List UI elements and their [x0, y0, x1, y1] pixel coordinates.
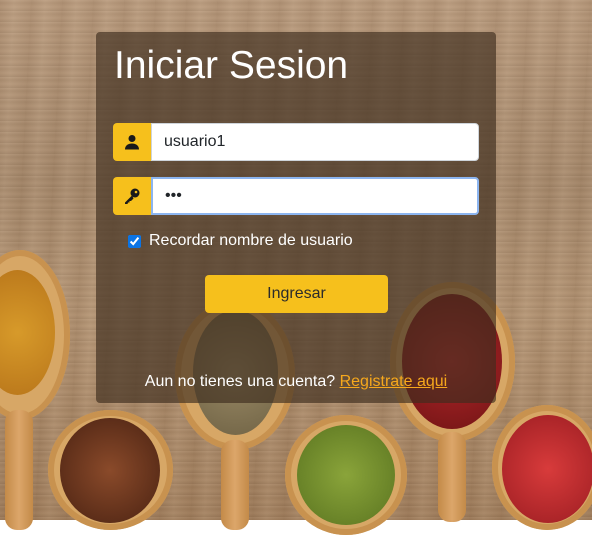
- spice-spoon-paprika: [492, 405, 592, 530]
- page-title: Iniciar Sesion: [114, 44, 349, 87]
- signup-link[interactable]: Registrate aqui: [340, 373, 448, 390]
- login-panel: Iniciar Sesion Recordar nombre de usuari…: [96, 32, 496, 403]
- spice-spoon-pepper: [48, 410, 178, 530]
- remember-checkbox[interactable]: [128, 234, 141, 248]
- username-input[interactable]: [151, 123, 479, 161]
- remember-username[interactable]: Recordar nombre de usuario: [128, 232, 353, 250]
- key-icon: [113, 177, 151, 215]
- password-input[interactable]: [151, 177, 479, 215]
- signup-prompt: Aun no tienes una cuenta? Registrate aqu…: [96, 373, 496, 391]
- password-field: [113, 177, 479, 215]
- user-icon: [113, 123, 151, 161]
- username-field: [113, 123, 479, 161]
- remember-label: Recordar nombre de usuario: [149, 232, 353, 249]
- login-button[interactable]: Ingresar: [205, 275, 388, 313]
- signup-text: Aun no tienes una cuenta?: [144, 373, 336, 390]
